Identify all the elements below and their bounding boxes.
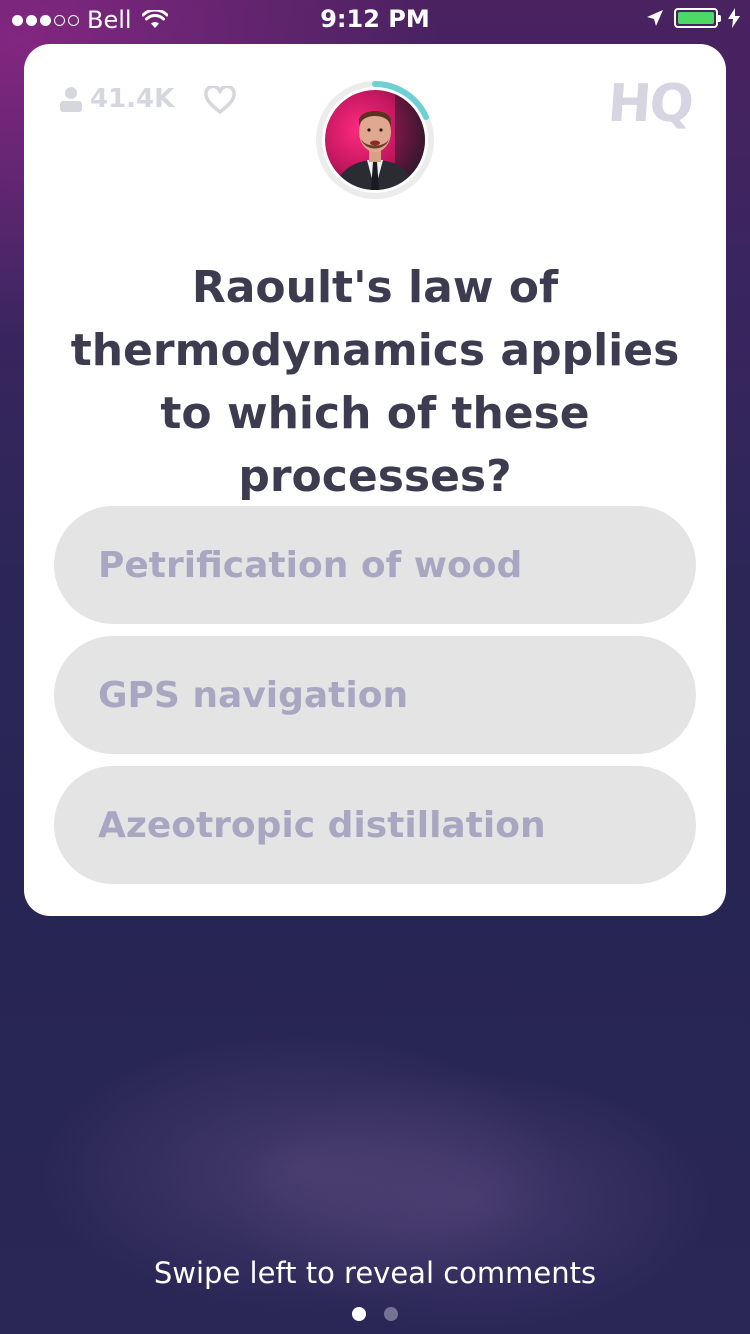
viewer-count: 41.4K	[60, 84, 174, 114]
page-dot-active	[352, 1307, 366, 1321]
avatar	[325, 90, 425, 190]
heart-icon[interactable]	[204, 86, 236, 114]
answer-option-2[interactable]: GPS navigation	[54, 636, 696, 754]
answer-label: Azeotropic distillation	[98, 804, 546, 846]
answer-option-1[interactable]: Petrification of wood	[54, 506, 696, 624]
answer-label: Petrification of wood	[98, 544, 523, 586]
battery-icon	[674, 8, 721, 28]
host-avatar-timer	[314, 79, 436, 201]
location-arrow-icon	[647, 10, 663, 26]
question-card: 41.4K HQ Raoult's law of thermodynamics …	[24, 44, 726, 916]
battery-level	[678, 12, 714, 24]
status-bar-right	[646, 8, 740, 28]
answer-option-3[interactable]: Azeotropic distillation	[54, 766, 696, 884]
answer-label: GPS navigation	[98, 674, 409, 716]
charging-bolt-icon	[728, 8, 740, 28]
host-portrait	[325, 90, 425, 190]
status-bar: Bell 9:12 PM	[0, 0, 750, 40]
page-dot-inactive[interactable]	[384, 1307, 398, 1321]
hq-logo: HQ	[606, 74, 695, 134]
status-time: 9:12 PM	[320, 5, 430, 33]
swipe-hint: Swipe left to reveal comments	[153, 1256, 597, 1290]
page-indicator	[0, 1307, 750, 1321]
viewer-count-value: 41.4K	[90, 84, 175, 114]
person-icon	[60, 87, 82, 112]
question-text: Raoult's law of thermodynamics applies t…	[70, 262, 680, 502]
